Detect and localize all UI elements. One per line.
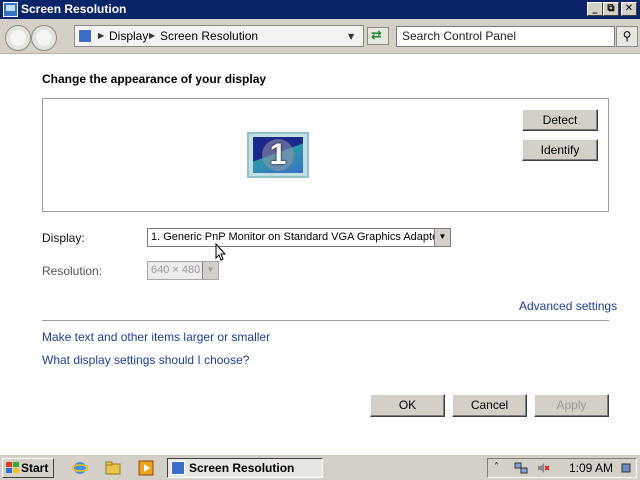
divider	[42, 320, 609, 321]
internet-explorer-icon[interactable]	[71, 460, 89, 476]
control-panel-icon	[171, 461, 185, 475]
clock: 1:09 AM	[569, 461, 614, 475]
folder-icon[interactable]	[105, 460, 121, 476]
resolution-select: 640 × 480 ▼	[147, 261, 219, 280]
taskbar-item-label: Screen Resolution	[189, 461, 295, 475]
start-button[interactable]: Start	[2, 458, 54, 478]
close-button[interactable]: ✕	[621, 2, 637, 16]
refresh-button[interactable]	[367, 27, 389, 45]
detect-button[interactable]: Detect	[522, 109, 598, 131]
breadcrumb-display[interactable]: Display	[109, 29, 148, 43]
taskbar-item-screen-resolution[interactable]: Screen Resolution	[167, 458, 323, 478]
show-hidden-icons-icon[interactable]: ˄	[494, 462, 499, 473]
monitor-icon[interactable]: 1	[247, 132, 309, 178]
chevron-right-icon: ▶	[149, 31, 156, 40]
resolution-label: Resolution:	[42, 264, 103, 278]
forward-button[interactable]	[31, 25, 57, 51]
search-icon[interactable]: ⚲	[616, 26, 638, 47]
minimize-button[interactable]: _	[587, 2, 603, 16]
back-button[interactable]	[5, 25, 31, 51]
advanced-settings-link[interactable]: Advanced settings	[519, 299, 617, 313]
start-label: Start	[21, 461, 49, 475]
windows-logo-icon	[6, 462, 19, 474]
chevron-right-icon: ▶	[98, 31, 105, 40]
breadcrumb-screen-resolution[interactable]: Screen Resolution	[160, 29, 258, 43]
display-select[interactable]: 1. Generic PnP Monitor on Standard VGA G…	[147, 228, 451, 247]
display-label: Display:	[42, 231, 85, 245]
cancel-button[interactable]: Cancel	[452, 394, 527, 417]
mouse-pointer-icon	[215, 243, 227, 261]
network-icon[interactable]	[514, 461, 528, 475]
system-tray: ˄ 1:09 AM	[487, 458, 637, 478]
media-player-icon[interactable]	[138, 460, 154, 476]
title-bar: Screen Resolution _ ⧉ ✕	[0, 0, 640, 19]
ok-button[interactable]: OK	[370, 394, 445, 417]
breadcrumb[interactable]: ▶ Display ▶ Screen Resolution ▼	[74, 25, 364, 47]
search-input[interactable]: Search Control Panel	[396, 26, 615, 47]
address-bar: ▶ Display ▶ Screen Resolution ▼ Search C…	[0, 19, 640, 54]
restore-button[interactable]: ⧉	[603, 2, 619, 16]
resolution-select-value: 640 × 480	[151, 264, 201, 276]
chevron-down-icon: ▼	[202, 262, 218, 279]
display-help-link[interactable]: What display settings should I choose?	[42, 353, 249, 367]
monitor-number: 1	[269, 138, 287, 171]
taskbar: Start Screen Resolution ˄ 1:09 AM	[0, 454, 640, 480]
volume-muted-icon[interactable]	[536, 461, 550, 475]
control-panel-icon	[3, 2, 18, 17]
chevron-down-icon[interactable]: ▼	[434, 229, 450, 246]
apply-button[interactable]: Apply	[534, 394, 609, 417]
text-size-link[interactable]: Make text and other items larger or smal…	[42, 330, 270, 344]
show-desktop-icon[interactable]	[621, 461, 631, 475]
control-panel-icon	[78, 29, 92, 43]
monitor-panel: 1 Detect Identify	[42, 98, 609, 212]
display-select-value: 1. Generic PnP Monitor on Standard VGA G…	[151, 231, 442, 243]
chevron-down-icon[interactable]: ▼	[348, 32, 354, 41]
window-title: Screen Resolution	[21, 2, 127, 16]
page-title: Change the appearance of your display	[42, 72, 267, 86]
identify-button[interactable]: Identify	[522, 139, 598, 161]
